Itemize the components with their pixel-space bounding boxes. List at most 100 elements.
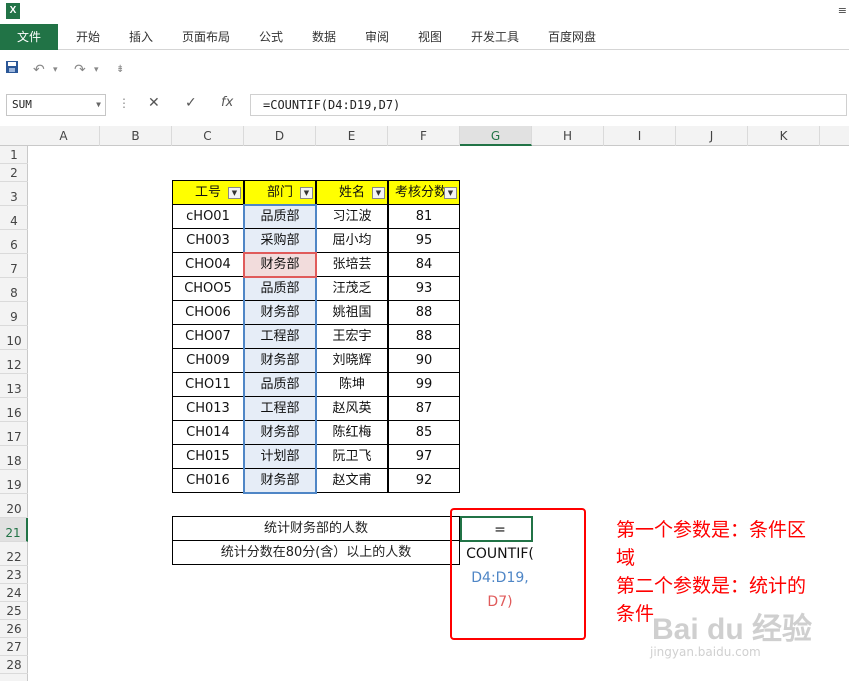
column-header-a[interactable]: A: [28, 126, 100, 146]
row-header[interactable]: 23: [0, 566, 28, 584]
row-header[interactable]: 13: [0, 374, 28, 398]
cancel-icon[interactable]: ✕: [148, 95, 160, 111]
cell-id[interactable]: CH013: [172, 396, 244, 421]
column-header-k[interactable]: K: [748, 126, 820, 146]
row-header[interactable]: 12: [0, 350, 28, 374]
cell-score[interactable]: 93: [388, 276, 460, 301]
cell-score[interactable]: 88: [388, 324, 460, 349]
row-header[interactable]: 26: [0, 620, 28, 638]
row-header[interactable]: 1: [0, 146, 28, 164]
worksheet-grid[interactable]: A B C D E F G H I J K 1 2 3 4 6 7 8 9 10…: [0, 126, 849, 681]
cell-dept[interactable]: 采购部: [244, 228, 316, 253]
cell-id[interactable]: CH014: [172, 420, 244, 445]
cell-id[interactable]: CH003: [172, 228, 244, 253]
cell-id[interactable]: CH015: [172, 444, 244, 469]
cell-score[interactable]: 88: [388, 300, 460, 325]
save-button[interactable]: [5, 60, 19, 80]
cell-name[interactable]: 陈红梅: [316, 420, 388, 445]
cell-dept[interactable]: 工程部: [244, 324, 316, 349]
cell-name[interactable]: 汪茂乏: [316, 276, 388, 301]
cell-dept[interactable]: 计划部: [244, 444, 316, 469]
row-header[interactable]: 17: [0, 422, 28, 446]
cell-id[interactable]: CHO06: [172, 300, 244, 325]
tab-view[interactable]: 视图: [410, 24, 450, 50]
cell-dept[interactable]: 品质部: [244, 276, 316, 301]
redo-dropdown-icon[interactable]: ▾: [94, 60, 99, 80]
column-header-b[interactable]: B: [100, 126, 172, 146]
tab-developer[interactable]: 开发工具: [464, 24, 526, 50]
cell-score[interactable]: 81: [388, 204, 460, 229]
enter-check-icon[interactable]: ✓: [185, 95, 197, 111]
cell-dept[interactable]: 财务部: [244, 468, 316, 493]
row-header[interactable]: 8: [0, 278, 28, 302]
header-cell-name[interactable]: 姓名 ▼: [316, 180, 388, 205]
chevron-down-icon[interactable]: ▼: [96, 95, 101, 115]
cell-name[interactable]: 赵风英: [316, 396, 388, 421]
row-header[interactable]: 6: [0, 230, 28, 254]
column-header-i[interactable]: I: [604, 126, 676, 146]
cell-score[interactable]: 85: [388, 420, 460, 445]
undo-button[interactable]: ↶: [33, 60, 45, 80]
column-header-e[interactable]: E: [316, 126, 388, 146]
filter-dropdown-icon[interactable]: ▼: [228, 187, 241, 199]
tab-review[interactable]: 审阅: [357, 24, 397, 50]
column-header-c[interactable]: C: [172, 126, 244, 146]
cell-name[interactable]: 赵文甫: [316, 468, 388, 493]
cell-dept[interactable]: 工程部: [244, 396, 316, 421]
column-header-f[interactable]: F: [388, 126, 460, 146]
formula-input[interactable]: =COUNTIF(D4:D19,D7): [250, 94, 847, 116]
cell-id[interactable]: CHO04: [172, 252, 244, 277]
tab-page-layout[interactable]: 页面布局: [176, 24, 236, 50]
row-header[interactable]: 10: [0, 326, 28, 350]
redo-button[interactable]: ↷: [74, 60, 86, 80]
tab-file[interactable]: 文件: [0, 24, 58, 50]
tab-data[interactable]: 数据: [304, 24, 344, 50]
cell-score[interactable]: 99: [388, 372, 460, 397]
tab-insert[interactable]: 插入: [121, 24, 161, 50]
row-header[interactable]: 3: [0, 182, 28, 206]
cell-score[interactable]: 97: [388, 444, 460, 469]
cell-name[interactable]: 习江波: [316, 204, 388, 229]
tab-home[interactable]: 开始: [68, 24, 108, 50]
cell-score[interactable]: 90: [388, 348, 460, 373]
cell-name[interactable]: 姚祖国: [316, 300, 388, 325]
cell-score[interactable]: 87: [388, 396, 460, 421]
cell-id[interactable]: CHO07: [172, 324, 244, 349]
name-box[interactable]: SUM ▼: [6, 94, 106, 116]
summary-label-finance-count[interactable]: 统计财务部的人数: [172, 516, 460, 541]
cell-name[interactable]: 王宏宇: [316, 324, 388, 349]
header-cell-score[interactable]: 考核分数 ▼: [388, 180, 460, 205]
column-header-d[interactable]: D: [244, 126, 316, 146]
excel-app-icon[interactable]: X: [6, 3, 20, 19]
row-header[interactable]: 24: [0, 584, 28, 602]
row-header[interactable]: 7: [0, 254, 28, 278]
cell-id[interactable]: CH009: [172, 348, 244, 373]
cell-dept[interactable]: 财务部: [244, 252, 316, 277]
filter-active-icon[interactable]: ▼: [444, 187, 457, 199]
customize-toolbar-icon[interactable]: ⇟: [116, 60, 124, 80]
row-header[interactable]: 28: [0, 656, 28, 674]
row-header[interactable]: 21: [0, 518, 28, 542]
filter-dropdown-icon[interactable]: ▼: [372, 187, 385, 199]
cell-id[interactable]: CH016: [172, 468, 244, 493]
column-header-j[interactable]: J: [676, 126, 748, 146]
row-header[interactable]: 16: [0, 398, 28, 422]
row-header[interactable]: 18: [0, 446, 28, 470]
filter-dropdown-icon[interactable]: ▼: [300, 187, 313, 199]
cell-name[interactable]: 刘晓辉: [316, 348, 388, 373]
cell-name[interactable]: 陈坤: [316, 372, 388, 397]
row-header[interactable]: 9: [0, 302, 28, 326]
cell-dept[interactable]: 品质部: [244, 372, 316, 397]
summary-label-score-count[interactable]: 统计分数在80分(含）以上的人数: [172, 540, 460, 565]
cell-dept[interactable]: 财务部: [244, 420, 316, 445]
row-header[interactable]: 4: [0, 206, 28, 230]
undo-dropdown-icon[interactable]: ▾: [53, 60, 58, 80]
cell-id[interactable]: CHO11: [172, 372, 244, 397]
row-header[interactable]: 25: [0, 602, 28, 620]
cell-dept[interactable]: 财务部: [244, 348, 316, 373]
formula-edit-overlay[interactable]: = COUNTIF( D4:D19, D7): [460, 518, 540, 614]
header-cell-id[interactable]: 工号 ▼: [172, 180, 244, 205]
insert-function-icon[interactable]: fx: [221, 95, 233, 110]
cell-dept[interactable]: 品质部: [244, 204, 316, 229]
cell-name[interactable]: 张培芸: [316, 252, 388, 277]
